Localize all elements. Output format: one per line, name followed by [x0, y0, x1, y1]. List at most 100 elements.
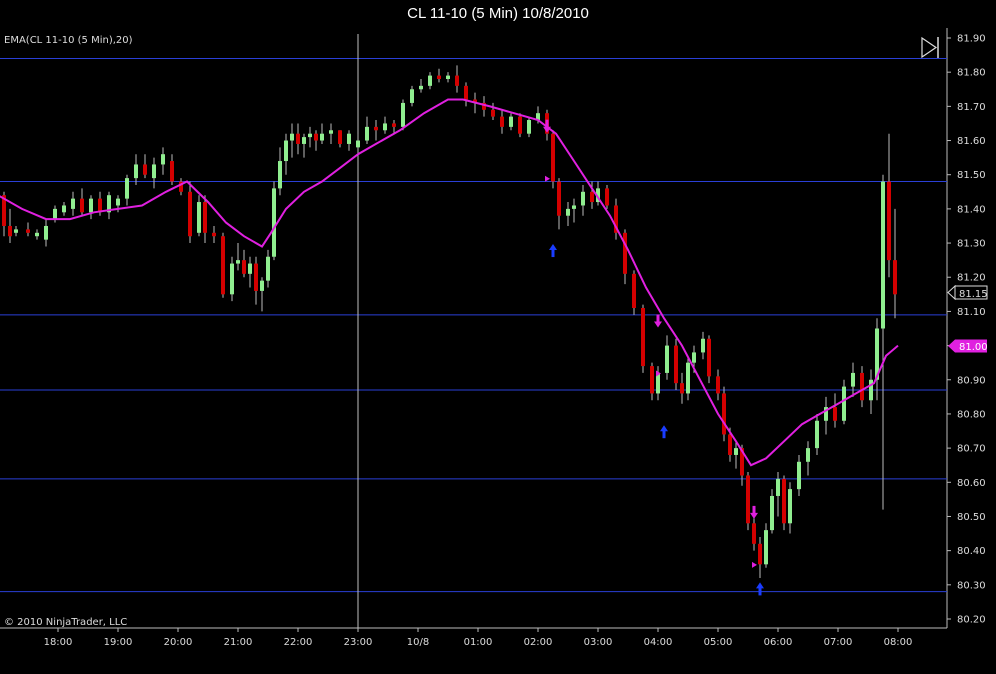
candle-body: [722, 393, 726, 435]
candle-body: [338, 130, 342, 144]
x-tick-label: 19:00: [104, 637, 133, 648]
entry-triangle: [545, 175, 550, 182]
candle: [212, 225, 216, 244]
candle-body: [881, 181, 885, 329]
candle-body: [410, 89, 414, 103]
candle-body: [734, 448, 738, 455]
candle: [383, 116, 387, 134]
candle: [674, 338, 678, 391]
trade-markers: [543, 119, 764, 596]
candle: [746, 472, 750, 531]
candle: [314, 130, 318, 151]
ema-series-line: [0, 98, 899, 467]
candle-body: [62, 205, 66, 213]
candle: [428, 72, 432, 90]
candle-body: [203, 202, 207, 233]
candle: [464, 82, 468, 107]
buy-arrow-icon: [549, 244, 557, 258]
candle-body: [44, 225, 48, 240]
candle-body: [815, 420, 819, 449]
candle-body: [833, 407, 837, 421]
y-tick-label: 80.70: [957, 444, 986, 455]
candle: [641, 304, 645, 373]
candle-body: [632, 273, 636, 308]
candle: [893, 208, 897, 319]
candle-body: [197, 202, 201, 233]
candle: [581, 184, 585, 216]
candle: [500, 109, 504, 134]
candle-body: [290, 133, 294, 141]
candle: [290, 123, 294, 158]
candle-body: [284, 140, 288, 162]
candle: [632, 270, 636, 315]
candle-body: [650, 366, 654, 394]
x-tick-label: 03:00: [584, 637, 613, 648]
candle-body: [860, 372, 864, 401]
chart-grid: [0, 28, 948, 629]
candle: [203, 195, 207, 244]
buy-arrow-icon: [756, 582, 764, 596]
candle: [374, 120, 378, 141]
candle-body: [500, 116, 504, 127]
candle-body: [707, 338, 711, 377]
candle-body: [230, 263, 234, 295]
candle-body: [260, 280, 264, 291]
y-tick-label: 81.20: [957, 273, 986, 284]
candle: [188, 181, 192, 244]
buy-arrow-shaft: [662, 430, 666, 439]
candle-body: [272, 188, 276, 257]
horizontal-lines[interactable]: [0, 58, 947, 593]
candle-body: [428, 75, 432, 86]
candle-body: [590, 191, 594, 203]
candle-body: [392, 123, 396, 127]
y-tick-label: 81.10: [957, 307, 986, 318]
candle-body: [887, 181, 891, 261]
candle: [614, 198, 618, 240]
candle-body: [89, 198, 93, 213]
candle: [881, 174, 885, 510]
candle: [134, 154, 138, 185]
candle: [680, 372, 684, 404]
candle: [26, 222, 30, 237]
candle-body: [782, 478, 786, 524]
candle-body: [14, 229, 18, 233]
last-price-tag: 81.15: [947, 284, 988, 301]
y-tick-label: 80.90: [957, 375, 986, 386]
candle: [272, 181, 276, 261]
candle-body: [161, 154, 165, 165]
candle-body: [143, 164, 147, 175]
candle: [764, 523, 768, 568]
candle: [722, 386, 726, 442]
candle-body: [374, 126, 378, 131]
candle-body: [518, 116, 522, 134]
candle: [338, 130, 342, 148]
candle-body: [365, 126, 369, 141]
candle-body: [686, 362, 690, 394]
candle-body: [692, 352, 696, 363]
price-chart[interactable]: 81.90 81.80 81.70 81.60 81.50 81.40 81.30 81.20…: [0, 0, 996, 674]
sell-arrow-shaft: [656, 314, 660, 323]
candle: [527, 116, 531, 138]
candle: [230, 256, 234, 302]
x-tick-label: 18:00: [44, 637, 73, 648]
x-tick-label: 01:00: [464, 637, 493, 648]
buy-arrow-shaft: [551, 249, 555, 258]
candle: [266, 249, 270, 288]
candle: [707, 335, 711, 384]
candle-body: [236, 260, 240, 264]
candle: [152, 157, 156, 189]
y-tick-label: 81.90: [957, 34, 986, 45]
copyright-label: © 2010 NinjaTrader, LLC: [4, 617, 127, 628]
candle-body: [746, 475, 750, 524]
candle-body: [8, 225, 12, 237]
skip-to-end-icon[interactable]: [921, 36, 939, 59]
candle-body: [80, 198, 84, 213]
candle: [143, 154, 147, 179]
candle-body: [581, 191, 585, 206]
y-tick-label: 81.30: [957, 239, 986, 250]
candle: [308, 126, 312, 148]
candle-body: [491, 109, 495, 117]
candle: [8, 208, 12, 244]
candle: [419, 79, 423, 93]
candle: [62, 202, 66, 216]
